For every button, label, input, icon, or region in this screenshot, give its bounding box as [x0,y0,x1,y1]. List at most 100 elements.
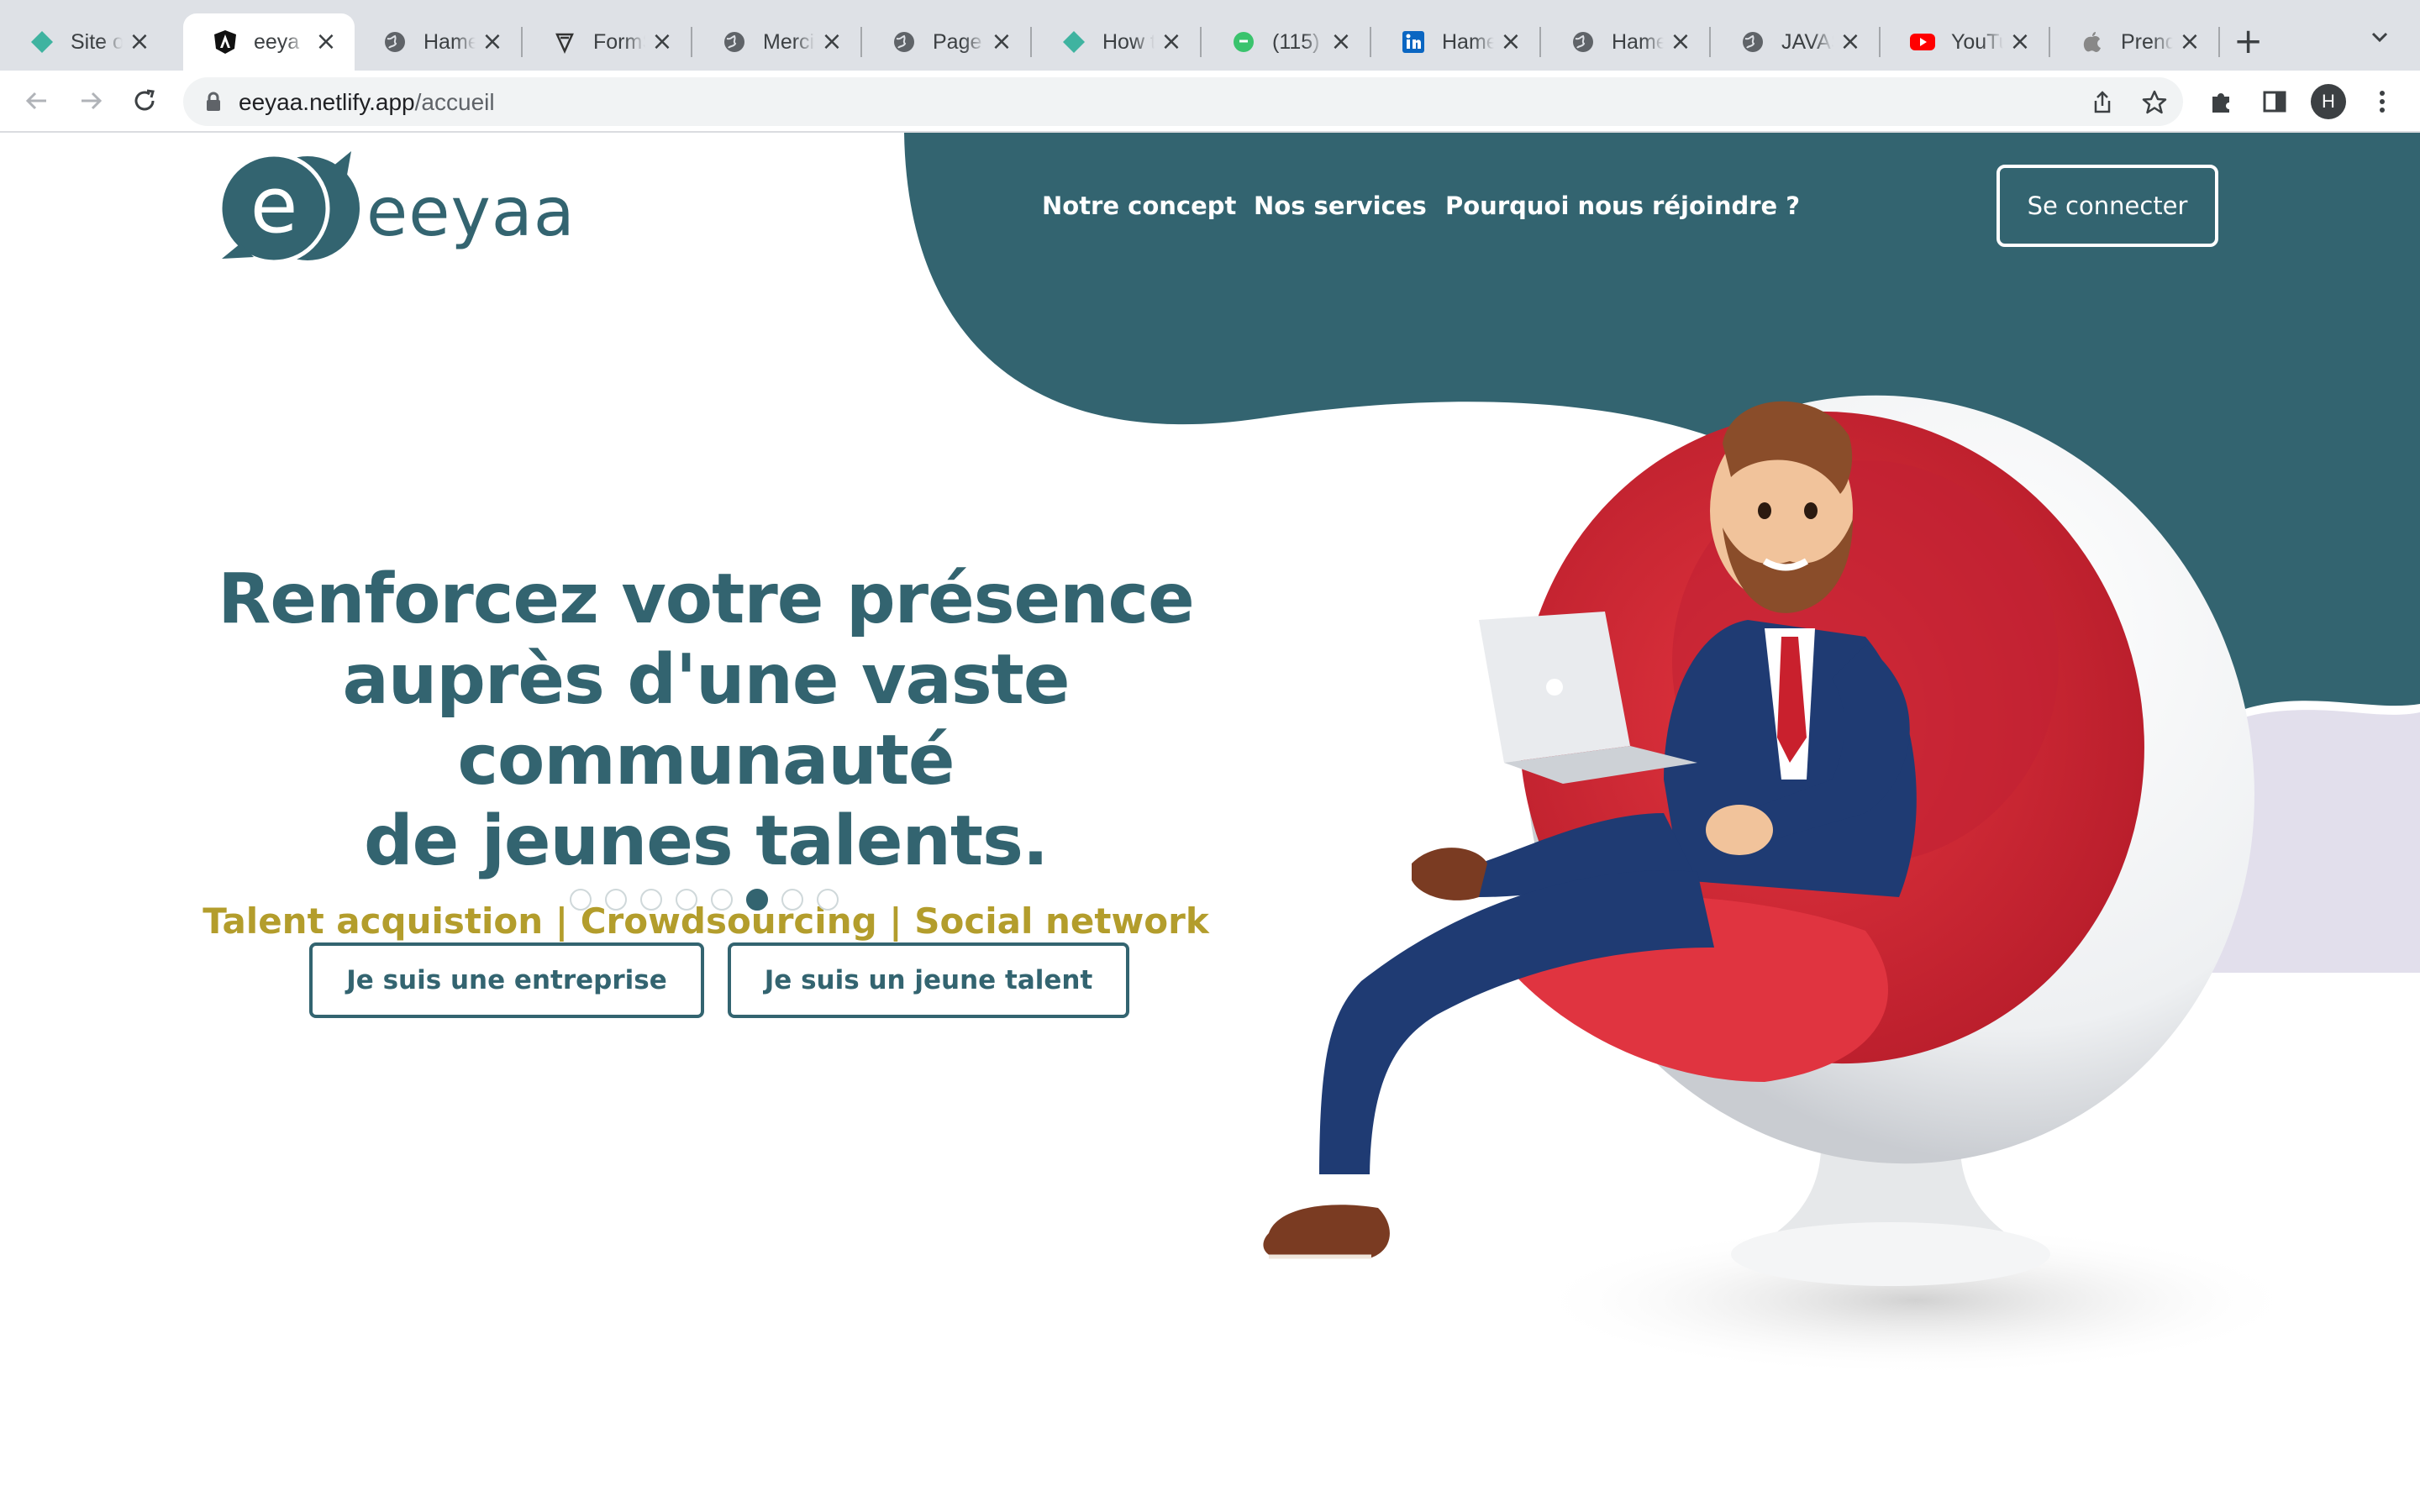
linkedin-icon [1400,29,1427,55]
globe-icon [1739,29,1766,55]
tab-search-chevron-icon[interactable] [2368,25,2391,52]
browser-tab[interactable]: Site ov× [0,13,168,71]
browser-tab[interactable]: Hamed× [1541,13,1711,71]
youtube-icon [1909,29,1936,55]
carousel-dot[interactable] [781,889,803,911]
url-path: /accueil [414,89,495,115]
browser-tab[interactable]: How to× [1032,13,1202,71]
browser-tab[interactable]: FormS× [523,13,692,71]
close-tab-icon[interactable]: × [818,29,845,55]
close-tab-icon[interactable]: × [479,29,506,55]
globe-icon [721,29,748,55]
carousel-dot[interactable] [746,889,768,911]
apple-icon [2079,29,2106,55]
reload-icon [134,89,155,111]
diamond-icon [29,29,55,55]
side-panel-icon[interactable] [2259,86,2291,118]
nav-link-services[interactable]: Nos services [1254,192,1427,220]
globe-icon [381,29,408,55]
globe-icon [1570,29,1597,55]
hero-title-line-2: auprès d'une vaste communauté [342,640,1071,801]
close-tab-icon[interactable]: × [2007,29,2033,55]
logo-speech-bubble-icon: e [218,151,360,265]
tab-title: Prendr [2121,29,2173,54]
nav-link-join[interactable]: Pourquoi nous réjoindre ? [1445,192,1800,220]
forward-button[interactable] [72,82,109,119]
close-tab-icon[interactable]: × [313,29,339,55]
carousel-dot[interactable] [676,889,697,911]
browser-tab[interactable]: Prendr× [2050,13,2220,71]
browser-toolbar: eeyaa.netlify.app/accueil H [0,71,2420,133]
forward-arrow-icon [82,92,103,110]
new-tab-button[interactable]: + [2233,22,2263,60]
browser-tab[interactable]: eeya × [183,13,355,71]
page-viewport: e eeyaa Notre concept Nos services Pourq… [0,133,2420,1512]
tab-title: (115) V [1272,29,1324,54]
close-tab-icon[interactable]: × [649,29,676,55]
browser-menu-icon[interactable] [2366,86,2398,118]
bookmark-star-icon[interactable] [2141,89,2168,116]
carousel-dot[interactable] [640,889,662,911]
browser-tab[interactable]: YouTub× [1881,13,2050,71]
browser-tab[interactable]: Hamed× [1371,13,1541,71]
angular-icon [212,29,239,55]
url-host: eeyaa.netlify.app [239,89,415,115]
extensions-puzzle-icon[interactable] [2205,86,2237,118]
login-button[interactable]: Se connecter [1996,165,2218,247]
address-bar[interactable]: eeyaa.netlify.app/accueil [183,77,2183,126]
close-tab-icon[interactable]: × [1158,29,1185,55]
profile-avatar[interactable]: H [2311,84,2346,119]
hero-section: Renforcez votre présence auprès d'une va… [118,559,1294,942]
close-tab-icon[interactable]: × [1667,29,1694,55]
browser-tab[interactable]: Merci × [692,13,862,71]
diamond-icon [1060,29,1087,55]
tab-title: Page N [933,29,985,54]
back-arrow-icon [25,92,46,110]
close-tab-icon[interactable]: × [2176,29,2203,55]
reload-button[interactable] [126,82,163,119]
tab-title: YouTub [1951,29,2003,54]
close-tab-icon[interactable]: × [1328,29,1355,55]
hero-title: Renforcez votre présence auprès d'une va… [118,559,1294,882]
carousel-dot[interactable] [605,889,627,911]
logo-letter: e [250,160,298,250]
tab-title: JAVAS [1781,29,1833,54]
hero-title-line-3: de jeunes talents. [363,801,1049,881]
url-text: eeyaa.netlify.app/accueil [239,89,495,116]
hero-illustration-man-in-egg-chair [1263,395,2302,1376]
tab-title: Site ov [71,29,123,54]
browser-tab[interactable]: Page N× [862,13,1032,71]
talent-cta-button[interactable]: Je suis un jeune talent [728,942,1129,1018]
close-tab-icon[interactable]: × [126,29,153,55]
close-tab-icon[interactable]: × [1497,29,1524,55]
tab-title: Hamed [1612,29,1664,54]
close-tab-icon[interactable]: × [988,29,1015,55]
back-button[interactable] [18,82,55,119]
globe-icon [891,29,918,55]
tab-title: Hamed [1442,29,1494,54]
tab-separator [2218,27,2220,57]
browser-tab-strip: Site ov×eeya×Hamed×FormS×Merci×Page N×Ho… [0,0,2420,71]
browser-tab[interactable]: (115) V× [1202,13,1371,71]
carousel-dot[interactable] [817,889,839,911]
tab-title: How to [1102,29,1155,54]
carousel-dot[interactable] [711,889,733,911]
nav-link-concept[interactable]: Notre concept [1042,192,1236,220]
lock-icon [207,92,220,111]
tab-title: FormS [593,29,645,54]
tab-title: Hamed [424,29,476,54]
chat-icon [1230,29,1257,55]
browser-tab[interactable]: Hamed× [353,13,523,71]
hero-title-line-1: Renforcez votre présence [218,559,1194,639]
company-cta-button[interactable]: Je suis une entreprise [309,942,704,1018]
tab-title: eeya [254,29,300,54]
carousel-indicators [570,889,839,911]
browser-tab[interactable]: JAVAS× [1711,13,1881,71]
share-icon[interactable] [2089,89,2116,116]
eeyaa-logo[interactable]: e eeyaa [215,150,576,274]
formspree-icon [551,29,578,55]
tab-title: Merci [763,29,815,54]
logo-wordmark: eeyaa [366,172,576,251]
carousel-dot[interactable] [570,889,592,911]
close-tab-icon[interactable]: × [1837,29,1864,55]
